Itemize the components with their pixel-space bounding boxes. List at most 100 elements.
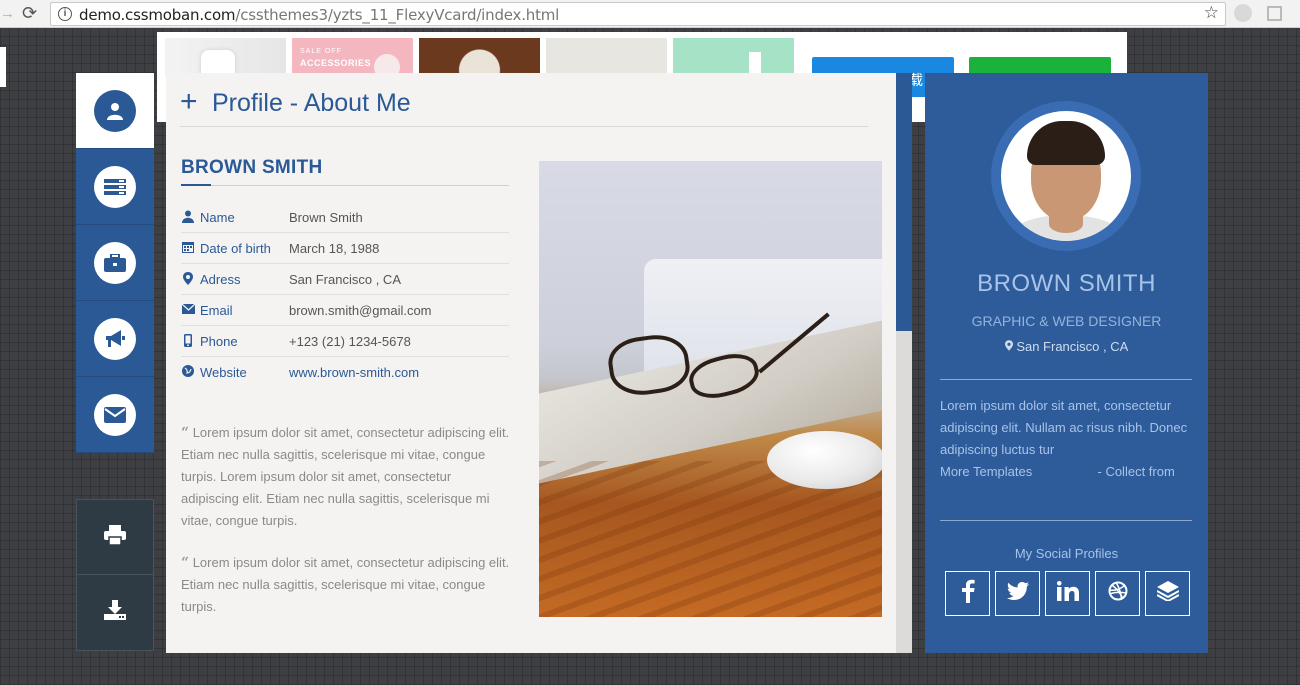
envelope-icon <box>94 393 136 436</box>
quote-text: Lorem ipsum dolor sit amet, consectetur … <box>181 425 510 528</box>
info-value: Brown Smith <box>289 210 363 225</box>
briefcase-icon <box>94 241 136 284</box>
social-profiles-title: My Social Profiles <box>1014 546 1119 561</box>
ad-thumbnail[interactable]: SALE OFF ACCESSORIES <box>292 38 413 78</box>
nav-item-blog[interactable] <box>76 301 154 377</box>
forward-icon[interactable]: → <box>0 5 15 22</box>
map-marker-icon <box>1004 339 1013 354</box>
quote-icon: “ <box>181 425 190 441</box>
linkedin-link[interactable] <box>1045 571 1090 616</box>
profile-bio-text: Lorem ipsum dolor sit amet, consectetur … <box>940 398 1188 457</box>
download-icon <box>104 600 126 625</box>
side-navigation <box>76 73 154 453</box>
divider <box>940 520 1192 521</box>
url-text[interactable]: demo.cssmoban.com/cssthemes3/yzts_11_Fle… <box>79 6 559 24</box>
info-row-name: Name Brown Smith <box>181 202 509 233</box>
quote-paragraph: “ Lorem ipsum dolor sit amet, consectetu… <box>181 552 511 618</box>
avatar-hair <box>1027 121 1105 165</box>
divider <box>940 379 1192 380</box>
layers-icon <box>1156 581 1179 606</box>
tool-navigation <box>76 499 154 651</box>
name-heading: BROWN SMITH <box>181 157 323 178</box>
quote-text: Lorem ipsum dolor sit amet, consectetur … <box>181 555 510 614</box>
envelope-icon <box>181 302 195 316</box>
reload-icon[interactable]: ⟳ <box>22 3 37 24</box>
info-row-address: Adress San Francisco , CA <box>181 264 509 295</box>
page-edge-marker <box>0 47 6 87</box>
bookmark-star-icon[interactable]: ☆ <box>1204 3 1219 23</box>
nav-item-profile[interactable] <box>76 73 154 149</box>
profile-role: GRAPHIC & WEB DESIGNER <box>971 313 1162 329</box>
info-label: Adress <box>200 272 241 287</box>
ad-thumbnail[interactable] <box>419 38 540 78</box>
twitter-icon <box>1006 582 1029 605</box>
url-path: /cssthemes3/yzts_11_FlexyVcard/index.htm… <box>235 6 560 24</box>
nav-item-resume[interactable] <box>76 149 154 225</box>
info-value: March 18, 1988 <box>289 241 380 256</box>
megaphone-icon <box>94 317 136 360</box>
photo-mouse-shape <box>767 431 882 489</box>
social-links <box>945 571 1190 616</box>
info-value: +123 (21) 1234-5678 <box>289 334 411 349</box>
ad-accessories-text: ACCESSORIES <box>300 58 372 68</box>
info-icon[interactable]: i <box>58 7 72 21</box>
user-icon <box>94 89 136 132</box>
layers-link[interactable] <box>1145 571 1190 616</box>
info-row-website: Website www.brown-smith.com <box>181 357 509 388</box>
facebook-link[interactable] <box>945 571 990 616</box>
info-label: Email <box>200 303 233 318</box>
collect-from-text: - Collect from <box>1097 464 1175 479</box>
calendar-icon <box>181 240 195 254</box>
quote-paragraph: “ Lorem ipsum dolor sit amet, consectetu… <box>181 422 511 532</box>
address-bar[interactable]: i demo.cssmoban.com/cssthemes3/yzts_11_F… <box>50 2 1226 26</box>
page-title: Profile - About Me <box>212 89 411 117</box>
more-templates-link[interactable]: More Templates <box>940 464 1032 479</box>
user-icon <box>181 209 195 223</box>
about-me-panel: + Profile - About Me BROWN SMITH Name Br… <box>166 73 896 653</box>
website-link[interactable]: www.brown-smith.com <box>289 365 419 380</box>
info-row-phone: Phone +123 (21) 1234-5678 <box>181 326 509 357</box>
avatar-ring <box>991 101 1141 251</box>
profile-location: San Francisco , CA <box>925 339 1208 354</box>
nav-item-contact[interactable] <box>76 377 154 453</box>
panel-edge-shadow <box>896 331 912 653</box>
nav-item-portfolio[interactable] <box>76 225 154 301</box>
extension-panel-icon[interactable] <box>1267 6 1282 21</box>
profile-name: BROWN SMITH <box>977 270 1156 297</box>
ad-thumbnail[interactable] <box>165 38 286 78</box>
map-marker-icon <box>181 271 195 285</box>
divider <box>181 184 509 186</box>
info-value: San Francisco , CA <box>289 272 401 287</box>
twitter-link[interactable] <box>995 571 1040 616</box>
ad-thumbnail[interactable] <box>673 38 794 78</box>
avatar <box>1001 111 1131 241</box>
globe-icon <box>181 364 195 378</box>
info-value: brown.smith@gmail.com <box>289 303 432 318</box>
desk-photo <box>539 161 882 617</box>
info-label: Date of birth <box>200 241 271 256</box>
url-host: demo.cssmoban.com <box>79 6 236 24</box>
extension-icon[interactable] <box>1234 4 1252 22</box>
info-label: Name <box>200 210 235 225</box>
panel-edge-accent <box>896 73 912 331</box>
quote-icon: “ <box>181 555 190 571</box>
browser-toolbar: → ⟳ i demo.cssmoban.com/cssthemes3/yzts_… <box>0 0 1300 28</box>
profile-card: BROWN SMITH GRAPHIC & WEB DESIGNER San F… <box>925 73 1208 653</box>
dribbble-link[interactable] <box>1095 571 1140 616</box>
dribbble-icon <box>1108 581 1128 606</box>
info-label: Website <box>200 365 247 380</box>
resume-icon <box>94 165 136 208</box>
ad-thumbnail[interactable] <box>546 38 667 78</box>
print-button[interactable] <box>76 499 154 575</box>
info-row-birth: Date of birth March 18, 1988 <box>181 233 509 264</box>
download-button[interactable] <box>76 575 154 651</box>
ad-sale-text: SALE OFF <box>300 48 342 55</box>
info-row-email: Email brown.smith@gmail.com <box>181 295 509 326</box>
facebook-icon <box>961 579 975 608</box>
profile-location-text: San Francisco , CA <box>1016 339 1129 354</box>
personal-info-table: Name Brown Smith Date of birth March 18,… <box>181 202 509 388</box>
info-label: Phone <box>200 334 238 349</box>
profile-bio: Lorem ipsum dolor sit amet, consectetur … <box>940 395 1192 483</box>
linkedin-icon <box>1056 581 1079 606</box>
plus-icon: + <box>180 85 198 118</box>
